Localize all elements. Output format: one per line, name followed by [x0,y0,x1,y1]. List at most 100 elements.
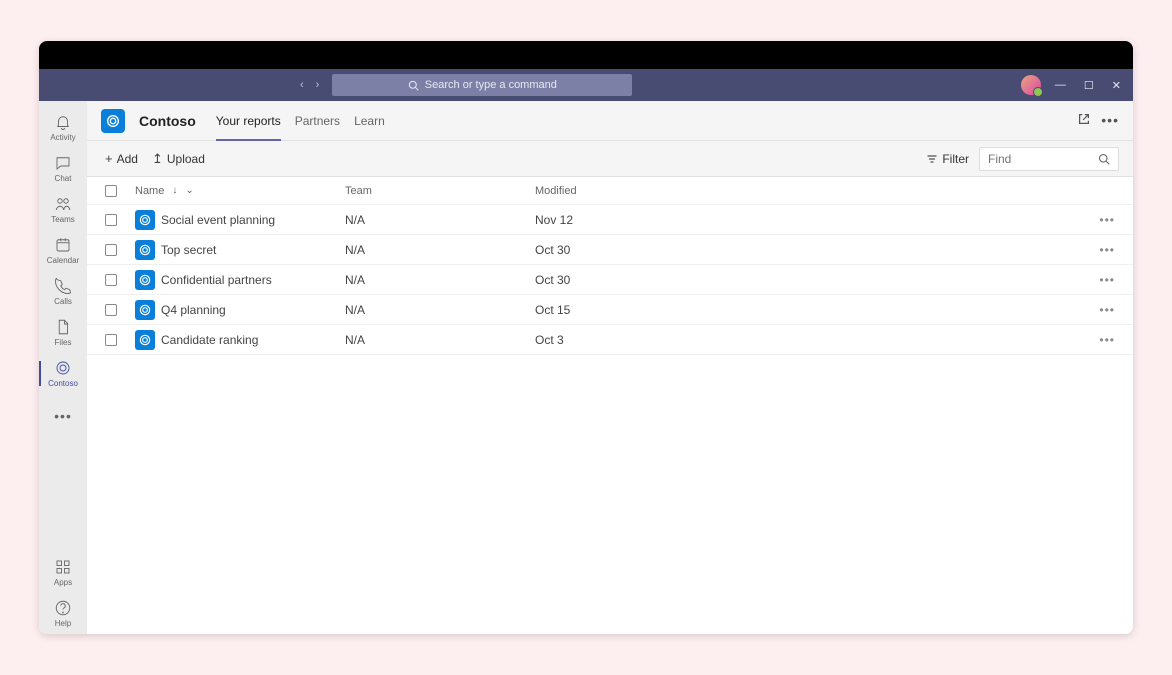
row-name-text: Confidential partners [161,273,272,287]
upload-icon: ↥ [152,151,163,167]
row-name: Confidential partners [135,270,345,290]
calendar-icon [54,236,72,254]
filter-button[interactable]: Filter [926,152,969,166]
row-more-icon[interactable]: ••• [1075,243,1115,257]
sidebar-label: Activity [50,133,75,142]
chevron-down-icon[interactable]: ⌄ [185,185,193,196]
apps-icon [54,558,72,576]
table: Name ↓ ⌄ Team Modified Social event plan… [87,177,1133,634]
checkbox-icon[interactable] [105,304,117,316]
col-team-label: Team [345,185,372,197]
report-icon [135,300,155,320]
window-top-bar [39,41,1133,69]
row-team: N/A [345,333,535,347]
tab-partners[interactable]: Partners [295,102,340,140]
sidebar-more-icon[interactable]: ••• [54,398,72,434]
minimize-icon[interactable]: — [1051,75,1070,95]
sidebar-item-apps[interactable]: Apps [39,552,87,593]
col-modified[interactable]: Modified [535,185,1075,197]
table-row[interactable]: Q4 planningN/AOct 15••• [87,295,1133,325]
col-name[interactable]: Name ↓ ⌄ [135,185,345,197]
sidebar: Activity Chat Teams Calendar Calls [39,101,87,634]
row-modified: Oct 30 [535,243,1075,257]
select-all[interactable] [105,185,135,197]
table-row[interactable]: Candidate ranking N/AOct 3••• [87,325,1133,355]
toolbar: + Add ↥ Upload Filter [87,141,1133,177]
tab-learn[interactable]: Learn [354,102,385,140]
table-row[interactable]: Top secretN/AOct 30••• [87,235,1133,265]
find-input[interactable] [979,147,1119,171]
add-label: Add [117,152,138,166]
row-name: Top secret [135,240,345,260]
app-window: ‹ › Search or type a command — ☐ ✕ Activ… [39,69,1133,634]
row-modified: Oct 15 [535,303,1075,317]
checkbox-icon[interactable] [105,214,117,226]
report-icon [135,270,155,290]
sidebar-item-activity[interactable]: Activity [39,107,87,148]
popout-icon[interactable] [1077,112,1091,129]
sidebar-item-help[interactable]: Help [39,593,87,634]
sidebar-item-chat[interactable]: Chat [39,148,87,189]
checkbox-icon[interactable] [105,274,117,286]
sidebar-label: Help [55,619,71,628]
sidebar-label: Contoso [48,379,78,388]
row-more-icon[interactable]: ••• [1075,213,1115,227]
table-row[interactable]: Confidential partners N/AOct 30••• [87,265,1133,295]
sort-arrow-icon: ↓ [172,185,177,196]
row-select[interactable] [105,304,135,316]
row-modified: Oct 3 [535,333,1075,347]
search-input[interactable]: Search or type a command [332,74,632,96]
row-more-icon[interactable]: ••• [1075,303,1115,317]
teams-icon [54,195,72,213]
row-select[interactable] [105,244,135,256]
row-select[interactable] [105,214,135,226]
close-icon[interactable]: ✕ [1108,75,1125,96]
report-icon [135,330,155,350]
search-placeholder: Search or type a command [425,79,557,91]
upload-button[interactable]: ↥ Upload [152,151,205,167]
avatar[interactable] [1021,75,1041,95]
col-team[interactable]: Team [345,185,535,197]
row-name-text: Q4 planning [161,303,226,317]
filter-icon [926,153,938,165]
maximize-icon[interactable]: ☐ [1080,75,1098,96]
find-field[interactable] [988,152,1088,166]
tab-your-reports[interactable]: Your reports [216,102,281,140]
row-select[interactable] [105,274,135,286]
checkbox-icon[interactable] [105,185,117,197]
contoso-app-icon [54,359,72,377]
row-more-icon[interactable]: ••• [1075,333,1115,347]
row-modified: Oct 30 [535,273,1075,287]
more-icon[interactable]: ••• [1101,112,1119,129]
row-select[interactable] [105,334,135,346]
nav-back-icon[interactable]: ‹ [297,76,307,94]
sidebar-label: Teams [51,215,75,224]
sidebar-label: Calls [54,297,72,306]
sidebar-item-calls[interactable]: Calls [39,271,87,312]
phone-icon [54,277,72,295]
titlebar: ‹ › Search or type a command — ☐ ✕ [39,69,1133,101]
row-team: N/A [345,273,535,287]
sidebar-item-contoso[interactable]: Contoso [39,353,87,394]
sidebar-item-calendar[interactable]: Calendar [39,230,87,271]
row-more-icon[interactable]: ••• [1075,273,1115,287]
sidebar-label: Files [55,338,72,347]
bell-icon [54,113,72,131]
checkbox-icon[interactable] [105,334,117,346]
report-icon [135,240,155,260]
add-button[interactable]: + Add [105,151,138,166]
row-modified: Nov 12 [535,213,1075,227]
checkbox-icon[interactable] [105,244,117,256]
nav-arrows: ‹ › [297,76,322,94]
sidebar-item-teams[interactable]: Teams [39,189,87,230]
tabbar-actions: ••• [1077,112,1119,129]
table-row[interactable]: Social event planningN/ANov 12••• [87,205,1133,235]
sidebar-item-files[interactable]: Files [39,312,87,353]
window-frame: ‹ › Search or type a command — ☐ ✕ Activ… [39,41,1133,634]
row-name-text: Candidate ranking [161,333,258,347]
sidebar-label: Chat [55,174,72,183]
nav-forward-icon[interactable]: › [313,76,323,94]
row-name: Candidate ranking [135,330,345,350]
col-name-label: Name [135,185,164,197]
row-name-text: Top secret [161,243,216,257]
